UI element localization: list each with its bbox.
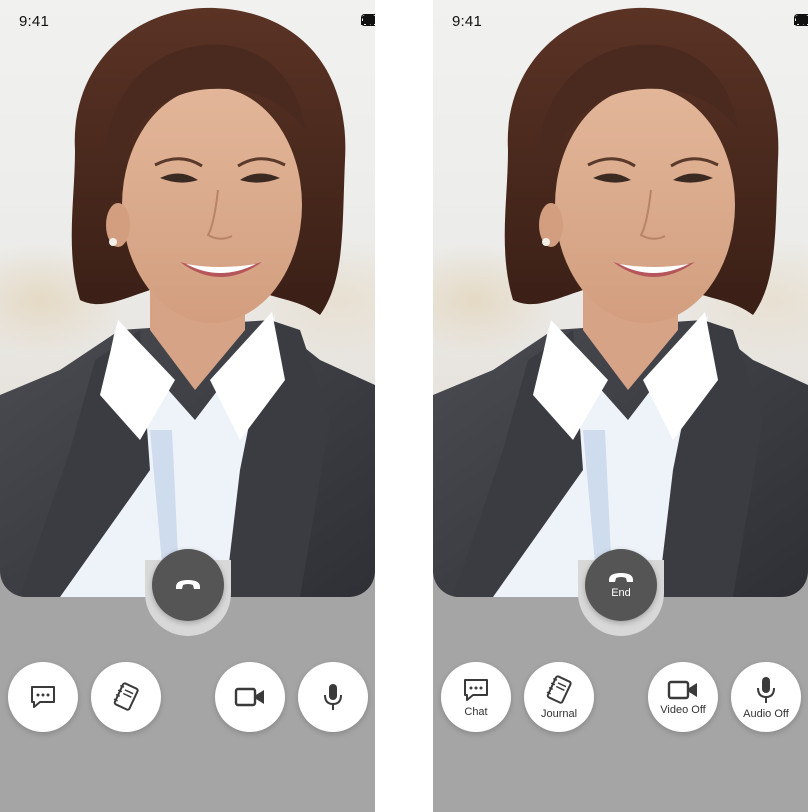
- journal-button[interactable]: [91, 662, 161, 732]
- video-camera-icon: [234, 687, 264, 707]
- end-call-button[interactable]: End: [585, 549, 657, 621]
- phone-hangup-icon: [176, 580, 200, 589]
- caller-portrait: [433, 0, 808, 597]
- remote-video-feed: 9:41: [433, 0, 808, 597]
- audio-toggle-label: Audio Off: [743, 707, 789, 720]
- phone-hangup-icon: [609, 573, 633, 582]
- audio-toggle-button[interactable]: [298, 662, 368, 732]
- video-toggle-label: Video Off: [660, 703, 706, 716]
- journal-label: Journal: [540, 707, 578, 720]
- chat-icon: [31, 686, 55, 708]
- chat-button[interactable]: Chat: [441, 662, 511, 732]
- caller-portrait: [0, 0, 375, 597]
- battery-icon: [794, 14, 808, 26]
- microphone-icon: [324, 684, 342, 710]
- audio-toggle-button[interactable]: Audio Off: [731, 662, 801, 732]
- video-toggle-button[interactable]: Video Off: [648, 662, 718, 732]
- end-call-label: End: [611, 587, 631, 599]
- chat-label: Chat: [464, 705, 488, 718]
- end-call-button[interactable]: [152, 549, 224, 621]
- journal-icon: [546, 674, 572, 704]
- call-screen-icons-only: 9:41: [0, 0, 375, 812]
- remote-video-feed: 9:41: [0, 0, 375, 597]
- battery-icon: [361, 14, 375, 26]
- video-toggle-button[interactable]: [215, 662, 285, 732]
- microphone-icon: [757, 676, 775, 703]
- journal-icon: [113, 682, 139, 711]
- status-time: 9:41: [19, 13, 49, 30]
- chat-icon: [464, 678, 488, 701]
- journal-button[interactable]: Journal: [524, 662, 594, 732]
- call-screen-labeled: 9:41 End Chat Journal Video Off Audio Of…: [433, 0, 808, 812]
- chat-button[interactable]: [8, 662, 78, 732]
- status-time: 9:41: [452, 13, 482, 30]
- video-camera-icon: [667, 680, 697, 699]
